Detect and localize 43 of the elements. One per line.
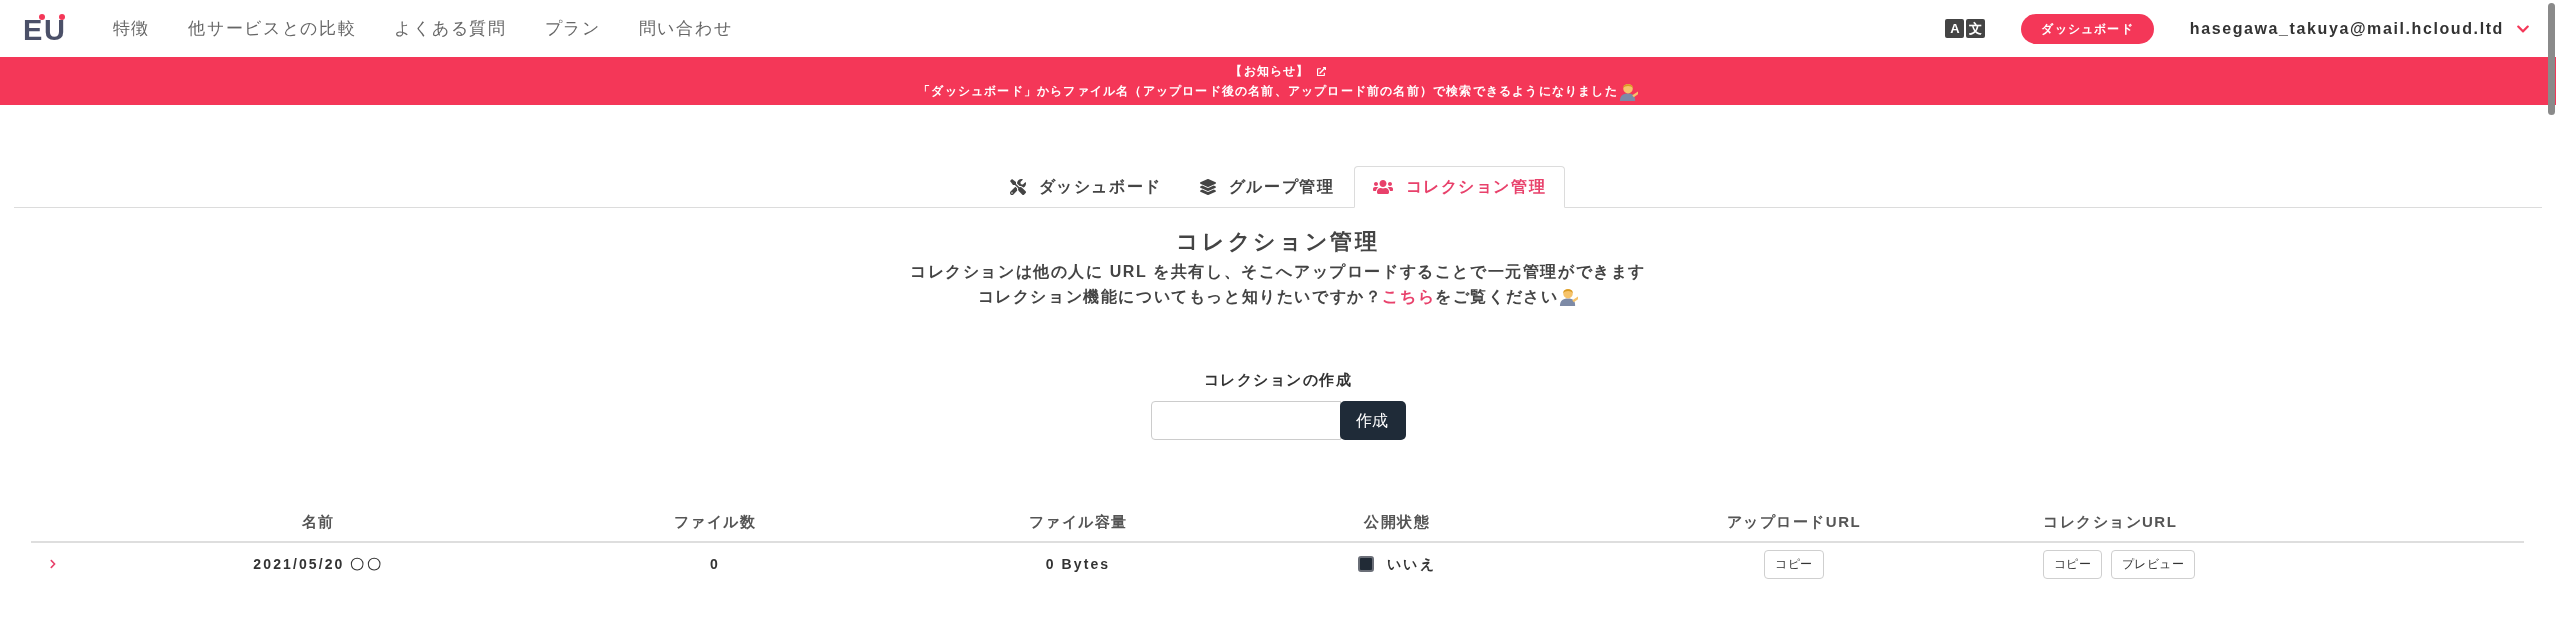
tab[interactable]: コレクション管理 (1353, 166, 1566, 208)
person-icon (1559, 287, 1579, 306)
create-form-label: コレクションの作成 (1203, 370, 1353, 390)
account-email[interactable]: hasegawa_takuya@mail.hcloud.ltd (2189, 16, 2504, 41)
nav-link[interactable]: プラン (544, 15, 601, 42)
tab[interactable]: ダッシュボード (990, 166, 1181, 208)
nav-link[interactable]: 問い合わせ (638, 15, 733, 42)
layers-icon (1199, 179, 1216, 195)
column-header: ファイル容量 (1028, 512, 1128, 530)
logo[interactable]: EU (23, 13, 67, 44)
nav-link[interactable]: 他サービスとの比較 (188, 15, 357, 42)
help-link[interactable]: こちら (1382, 288, 1436, 305)
collection-url-button[interactable]: コピー (2043, 549, 2103, 579)
tools-icon (1009, 179, 1026, 195)
announcement-text: 「ダッシュボード」からファイル名（アップロード後の名前、アップロード前の名前）で検索できるようになりました (918, 83, 1618, 100)
table-cell: 2021/05/20 〇〇 (253, 555, 383, 572)
page-description: コレクションは他の人に URL を共有し、そこへアップロードすることで一元管理ができます (910, 262, 1646, 282)
external-link-icon[interactable] (1316, 66, 1326, 76)
collection-name-field[interactable] (1150, 401, 1341, 440)
announcement-link[interactable]: 【お知らせ】 (1230, 61, 1310, 81)
column-header: コレクションURL (2043, 512, 2178, 530)
page-title: コレクション管理 (1176, 228, 1380, 256)
chevron-right-icon[interactable] (48, 559, 58, 569)
column-header: アップロードURL (1726, 512, 1862, 530)
table-cell: 0 Bytes (1045, 555, 1111, 572)
upload-url-button[interactable]: コピー (1764, 549, 1824, 579)
column-header: 公開状態 (1364, 512, 1430, 530)
users-icon (1372, 179, 1393, 195)
column-header: 名前 (301, 512, 335, 530)
column-header: ファイル数 (673, 512, 757, 530)
table-cell: 0 (710, 555, 720, 572)
tab[interactable]: グループ管理 (1180, 166, 1354, 208)
collection-url-button[interactable]: プレビュー (2111, 549, 2195, 579)
public-checkbox[interactable] (1358, 556, 1375, 572)
create-button[interactable]: 作成 (1339, 401, 1406, 440)
public-status: いいえ (1387, 554, 1436, 574)
scrollbar-thumb[interactable] (2548, 3, 2555, 115)
help-text: コレクション機能についてもっと知りたいですか？こちら をご覧ください (977, 287, 1559, 307)
nav-link[interactable]: よくある質問 (394, 15, 507, 42)
nav-link[interactable]: 特徴 (112, 15, 151, 42)
person-icon (1618, 81, 1638, 101)
language-button[interactable]: A 文 (1945, 19, 1986, 38)
dashboard-button[interactable]: ダッシュボード (2021, 13, 2154, 44)
